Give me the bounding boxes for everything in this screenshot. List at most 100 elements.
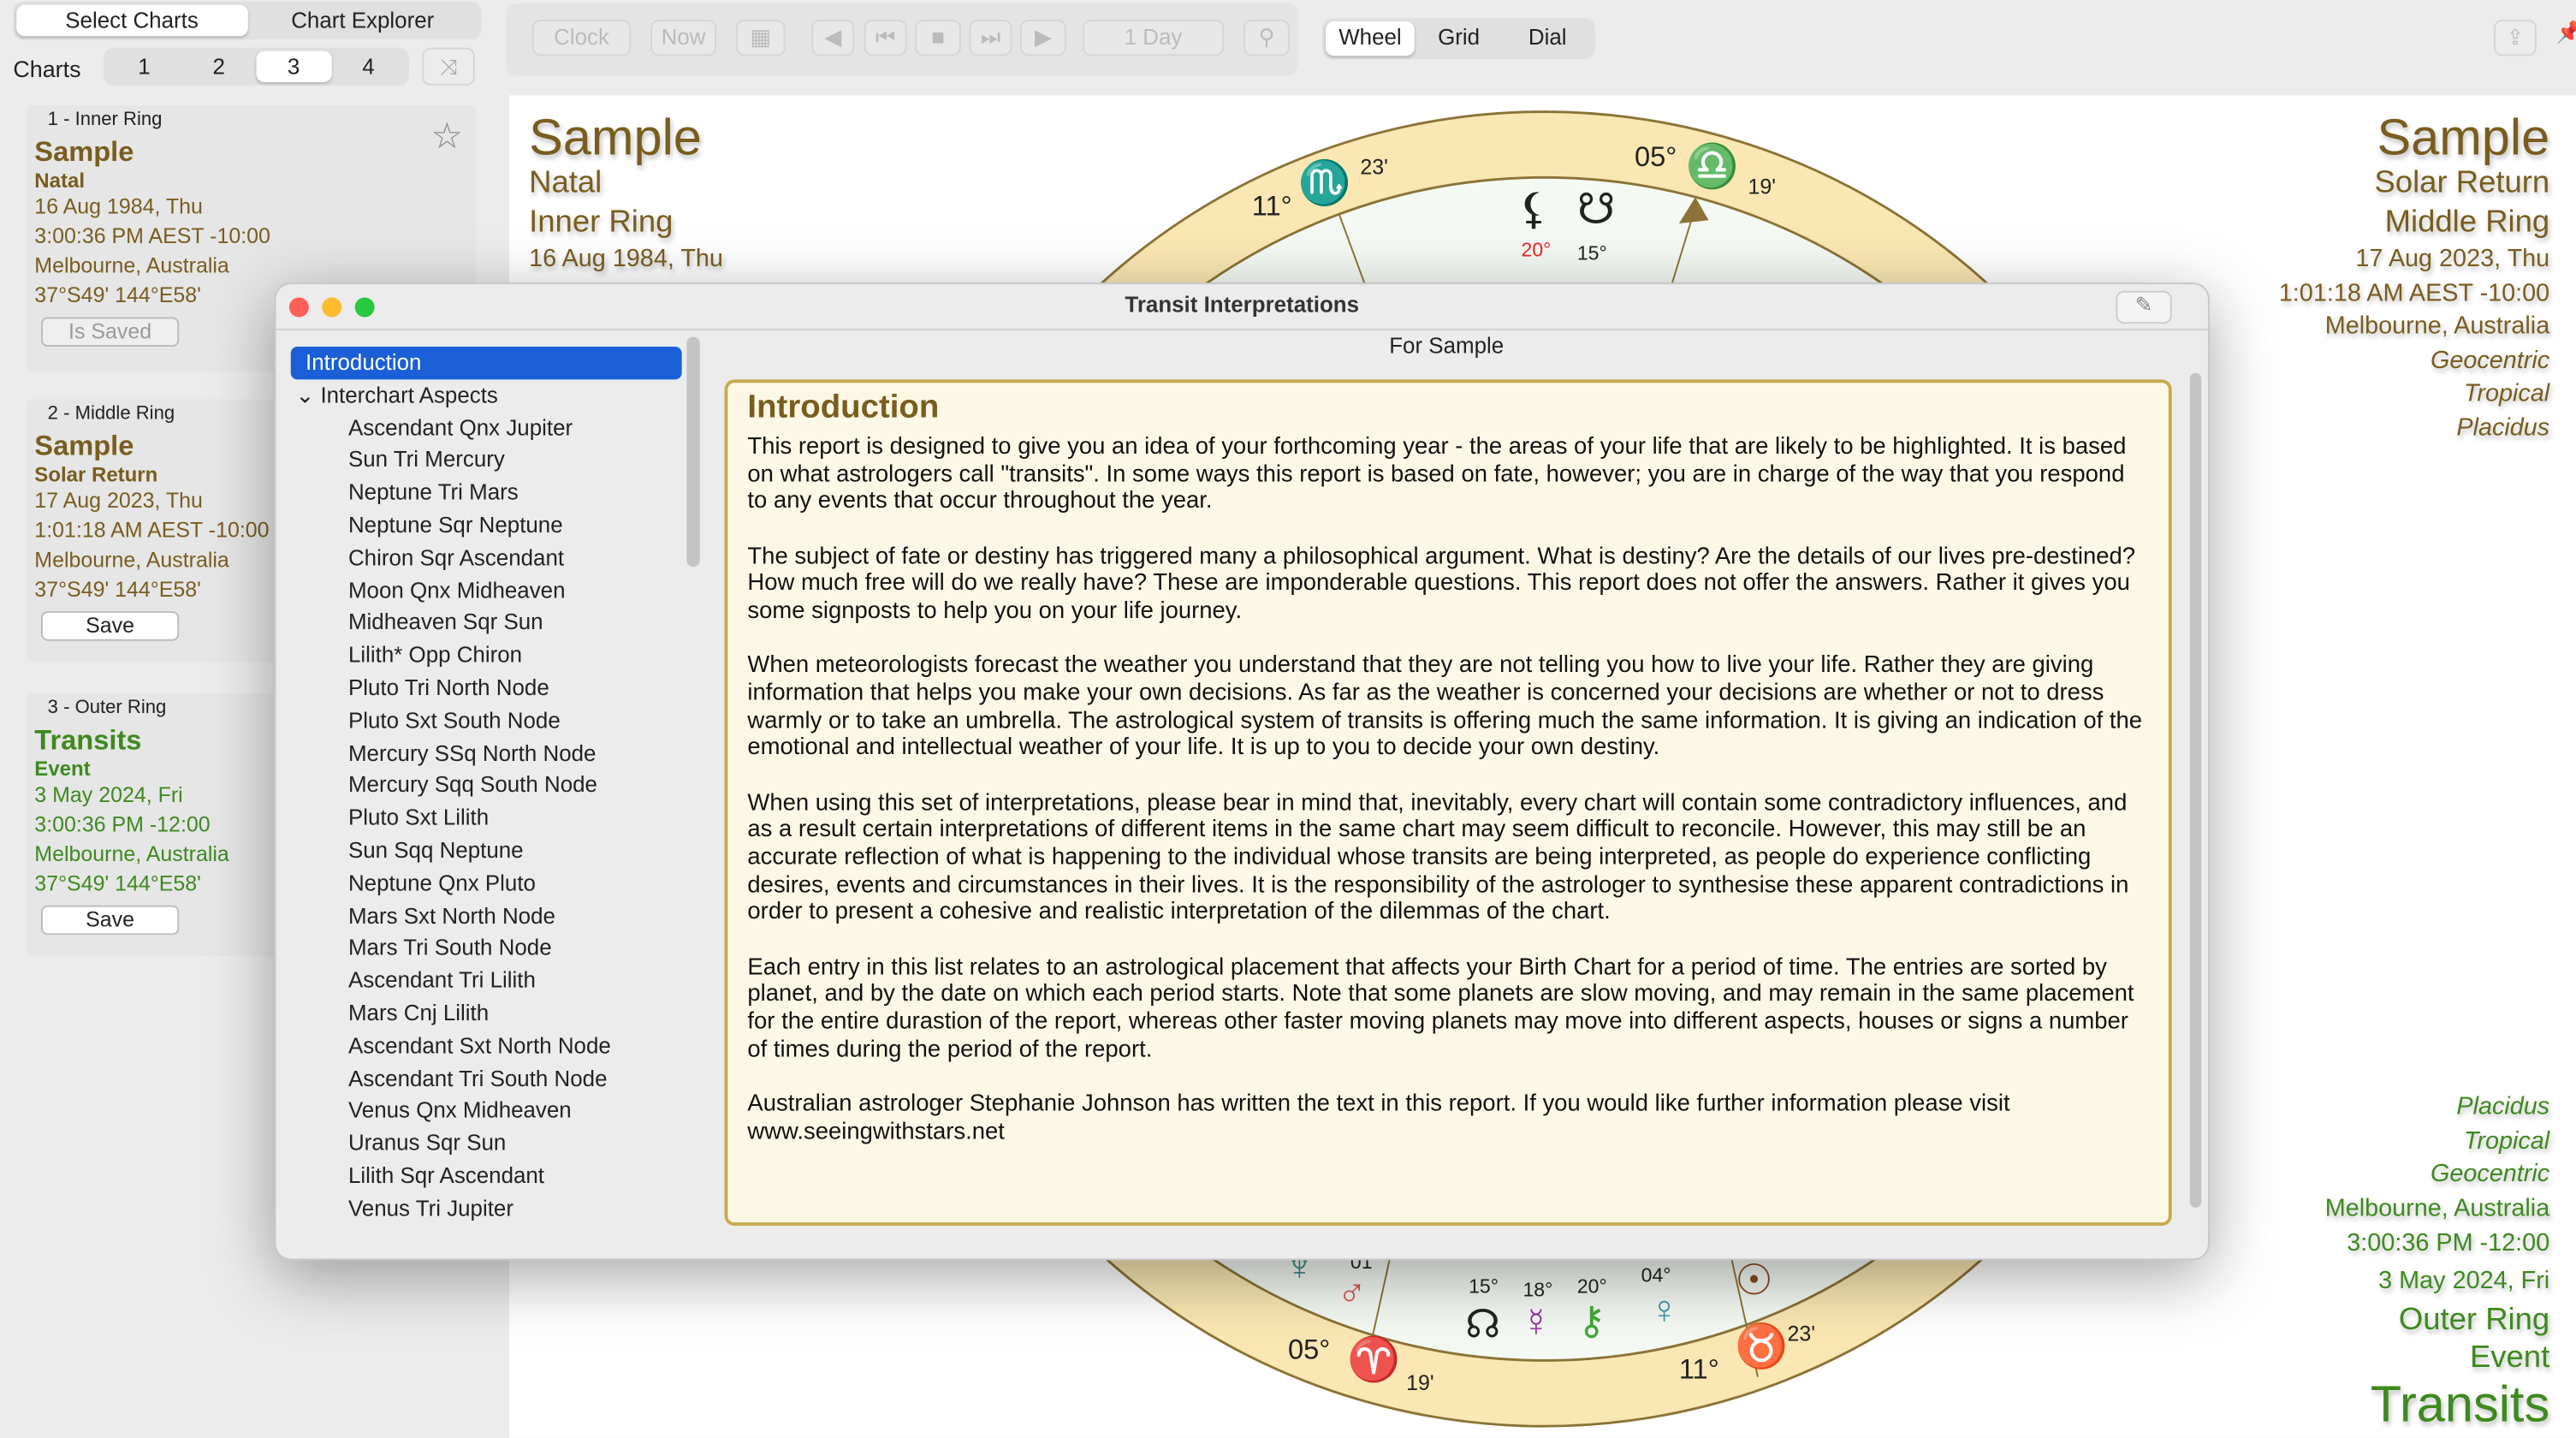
interpretation-text: Introduction This report is designed to … (724, 379, 2172, 1227)
play-forward-icon[interactable]: ▶ (1020, 20, 1066, 56)
list-item[interactable]: Ascendant Tri South Node (291, 1062, 682, 1095)
mars-icon: ♂ (1337, 1271, 1368, 1316)
chart-3-button[interactable]: 3 (256, 51, 331, 82)
inner-chart-date: 16 Aug 1984, Thu (529, 245, 723, 273)
libra-icon: ♎ (1685, 141, 1739, 191)
list-item[interactable]: Pluto Sxt South Node (291, 704, 682, 737)
card-name: Sample (34, 136, 134, 168)
stop-icon[interactable]: ■ (915, 20, 961, 56)
sun-icon: ☉ (1735, 1255, 1773, 1305)
list-item[interactable]: Ascendant Qnx Jupiter (291, 412, 682, 444)
charts-label: Charts (13, 56, 81, 82)
list-item[interactable]: Pluto Tri North Node (291, 672, 682, 704)
transit-interpretations-dialog: Transit Interpretations ✎ Introduction ⌄ … (274, 282, 2210, 1261)
chevron-down-icon[interactable]: ⌄ (296, 383, 321, 407)
content-scrollbar[interactable] (2189, 372, 2202, 1208)
list-group-interchart-aspects[interactable]: ⌄ Interchart Aspects (291, 379, 682, 412)
wheel-minute-label: 19' (1748, 174, 1776, 199)
outer-chart-name: Transits (2370, 1375, 2550, 1433)
is-saved-button[interactable]: Is Saved (40, 317, 180, 348)
calendar-icon[interactable]: ▦ (735, 20, 786, 56)
share-icon[interactable]: ⇪ (2493, 20, 2537, 56)
outer-chart-zodiac: Geocentric (2430, 1160, 2550, 1188)
list-item[interactable]: Uranus Sqr Sun (291, 1127, 682, 1160)
list-scrollbar[interactable] (686, 336, 700, 567)
wheel-degree-label: 05° (1635, 141, 1677, 173)
middle-chart-ring: Middle Ring (2384, 205, 2550, 241)
list-item[interactable]: Lilith Sqr Ascendant (291, 1160, 682, 1192)
middle-chart-name: Sample (2377, 108, 2550, 166)
south-node-icon: ☋ (1576, 183, 1616, 234)
taurus-icon: ♉ (1735, 1321, 1789, 1370)
middle-chart-date: 17 Aug 2023, Thu (2355, 245, 2550, 273)
list-item[interactable]: Ascendant Tri Lilith (291, 965, 682, 997)
wheel-degree-label: 11° (1251, 190, 1292, 223)
chart-1-button[interactable]: 1 (107, 51, 181, 82)
paragraph: This report is designed to give you an i… (747, 433, 2127, 515)
step-size-field[interactable]: 1 Day (1083, 20, 1225, 56)
middle-chart-mode: Tropical (2463, 379, 2550, 408)
card-type: Natal (34, 169, 86, 193)
chart-4-button[interactable]: 4 (331, 51, 406, 82)
list-item[interactable]: Pluto Sxt Lilith (291, 802, 682, 835)
shuffle-icon[interactable]: ⤨ (422, 47, 475, 86)
chiron-icon: ⚷ (1576, 1299, 1606, 1345)
middle-chart-houses: Placidus (2456, 413, 2550, 443)
paragraph: When using this set of interpretations, … (747, 789, 2129, 926)
outer-chart-type: Event (2469, 1340, 2550, 1376)
inner-chart-name: Sample (529, 108, 702, 166)
wheel-degree-label: 05° (1287, 1334, 1331, 1366)
star-icon[interactable]: ☆ (430, 115, 463, 157)
clock-button[interactable]: Clock (531, 20, 632, 56)
list-item[interactable]: Sun Sqq Neptune (291, 835, 682, 867)
list-item[interactable]: Neptune Sqr Neptune (291, 509, 682, 542)
tab-chart-explorer[interactable]: Chart Explorer (247, 5, 478, 36)
outer-chart-time: 3:00:36 PM -12:00 (2347, 1228, 2550, 1257)
tab-wheel[interactable]: Wheel (1326, 21, 1415, 56)
play-back-icon[interactable]: ◀ (811, 20, 855, 56)
now-button[interactable]: Now (650, 20, 716, 56)
step-forward-icon[interactable]: ⏭ (969, 20, 1012, 56)
edit-icon[interactable]: ✎ (2116, 290, 2172, 324)
save-button[interactable]: Save (40, 611, 180, 641)
save-button[interactable]: Save (40, 905, 180, 936)
list-item[interactable]: Mercury Sqq South Node (291, 770, 682, 802)
list-item[interactable]: Mars Cnj Lilith (291, 997, 682, 1030)
outer-chart-mode: Tropical (2463, 1126, 2550, 1156)
outer-chart-place: Melbourne, Australia (2324, 1194, 2550, 1223)
list-item[interactable]: Mercury SSq North Node (291, 737, 682, 770)
list-item[interactable]: Venus Tri Jupiter (291, 1192, 682, 1225)
wheel-degree-label: 11° (1678, 1353, 1719, 1386)
list-item[interactable]: Lilith* Opp Chiron (291, 639, 682, 672)
chart-2-button[interactable]: 2 (181, 51, 256, 82)
middle-chart-time: 1:01:18 AM AEST -10:00 (2278, 279, 2550, 307)
list-item[interactable]: Mars Tri South Node (291, 932, 682, 965)
tab-dial[interactable]: Dial (1503, 21, 1592, 56)
list-item[interactable]: Mars Sxt North Node (291, 900, 682, 932)
list-item[interactable]: Ascendant Sxt North Node (291, 1030, 682, 1062)
outer-chart-houses: Placidus (2456, 1092, 2550, 1121)
tab-grid[interactable]: Grid (1415, 21, 1504, 56)
interpretation-heading: Introduction (747, 389, 940, 426)
mercury-icon: ☿ (1521, 1301, 1552, 1346)
tab-select-charts[interactable]: Select Charts (16, 4, 247, 37)
list-item[interactable]: Neptune Tri Mars (291, 477, 682, 509)
list-item[interactable]: Neptune Qnx Pluto (291, 867, 682, 900)
north-node-icon: ☊ (1465, 1303, 1501, 1348)
card-date: 16 Aug 1984, Thu (34, 193, 203, 219)
list-item[interactable]: Midheaven Sqr Sun (291, 607, 682, 639)
inner-chart-ring: Inner Ring (529, 205, 674, 241)
list-item[interactable]: Sun Tri Mercury (291, 444, 682, 477)
planet-degree-label: 20° (1521, 238, 1552, 262)
list-item[interactable]: Venus Qnx Midheaven (291, 1095, 682, 1127)
pin-icon[interactable]: 📌 (2556, 20, 2576, 46)
list-item[interactable]: Chiron Sqr Ascendant (291, 542, 682, 574)
middle-chart-zodiac: Geocentric (2430, 347, 2550, 375)
list-item[interactable]: Moon Qnx Midheaven (291, 574, 682, 607)
dialog-title: Transit Interpretations (1125, 292, 1360, 318)
search-icon[interactable]: ⚲ (1243, 20, 1290, 56)
wheel-minute-label: 23' (1360, 154, 1388, 180)
middle-chart-place: Melbourne, Australia (2324, 312, 2550, 341)
step-back-icon[interactable]: ⏮ (864, 20, 907, 56)
list-item-selected[interactable]: Introduction (290, 347, 682, 380)
